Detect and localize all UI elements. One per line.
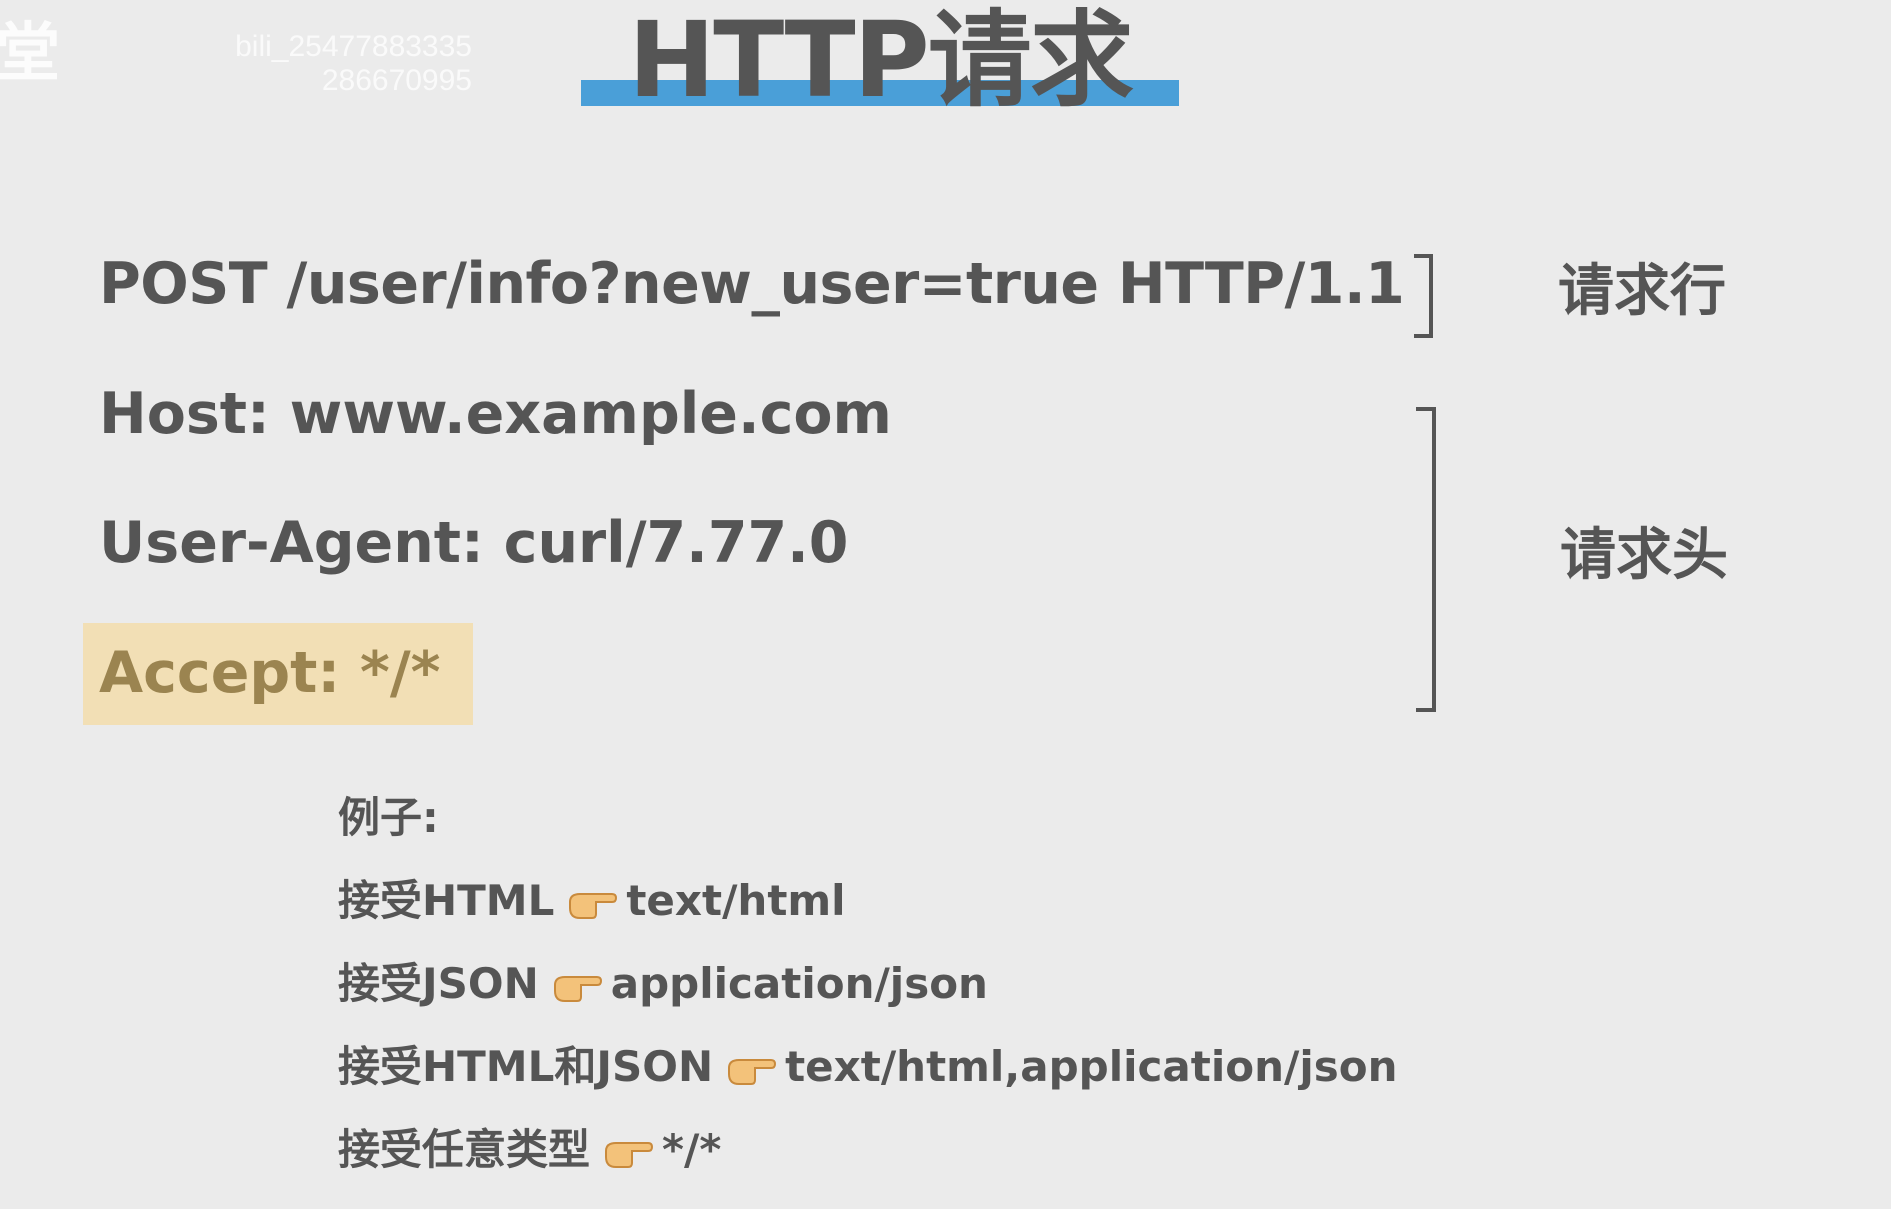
example-value: text/html — [626, 876, 846, 925]
header-host: Host: www.example.com — [99, 381, 892, 447]
request-line: POST /user/info?new_user=true HTTP/1.1 — [99, 251, 1405, 317]
request-header-label: 请求头 — [1560, 523, 1728, 588]
request-header-bracket — [1416, 407, 1436, 712]
request-line-label: 请求行 — [1558, 259, 1726, 324]
example-value: application/json — [610, 959, 988, 1008]
watermark-line-1: bili_25477883335 — [235, 30, 472, 63]
example-label: 接受JSON — [338, 959, 539, 1008]
example-label: 接受HTML和JSON — [338, 1042, 714, 1091]
watermark-line-2: 286670995 — [321, 64, 472, 97]
header-accept: Accept: */* — [99, 640, 441, 706]
example-item: 接受JSON application/json — [338, 963, 988, 1005]
pointing-hand-icon — [728, 1059, 777, 1085]
watermark: bili_25477883335 286670995 — [182, 30, 472, 98]
header-user-agent: User-Agent: curl/7.77.0 — [99, 510, 849, 576]
pointing-hand-icon — [569, 893, 618, 919]
examples-title: 例子: — [338, 793, 439, 842]
example-item: 接受HTML text/html — [338, 880, 846, 922]
page-title: HTTP请求 — [628, 0, 1134, 121]
example-label: 接受HTML — [338, 876, 555, 925]
pointing-hand-icon — [605, 1142, 654, 1168]
example-value: text/html,application/json — [785, 1042, 1398, 1091]
request-line-bracket — [1414, 254, 1433, 338]
example-item: 接受HTML和JSON text/html,application/json — [338, 1046, 1397, 1088]
example-label: 接受任意类型 — [338, 1125, 591, 1174]
pointing-hand-icon — [553, 976, 602, 1002]
edge-character: 堂 — [0, 17, 60, 91]
example-item: 接受任意类型 */* — [338, 1129, 721, 1171]
example-value: */* — [662, 1125, 722, 1174]
